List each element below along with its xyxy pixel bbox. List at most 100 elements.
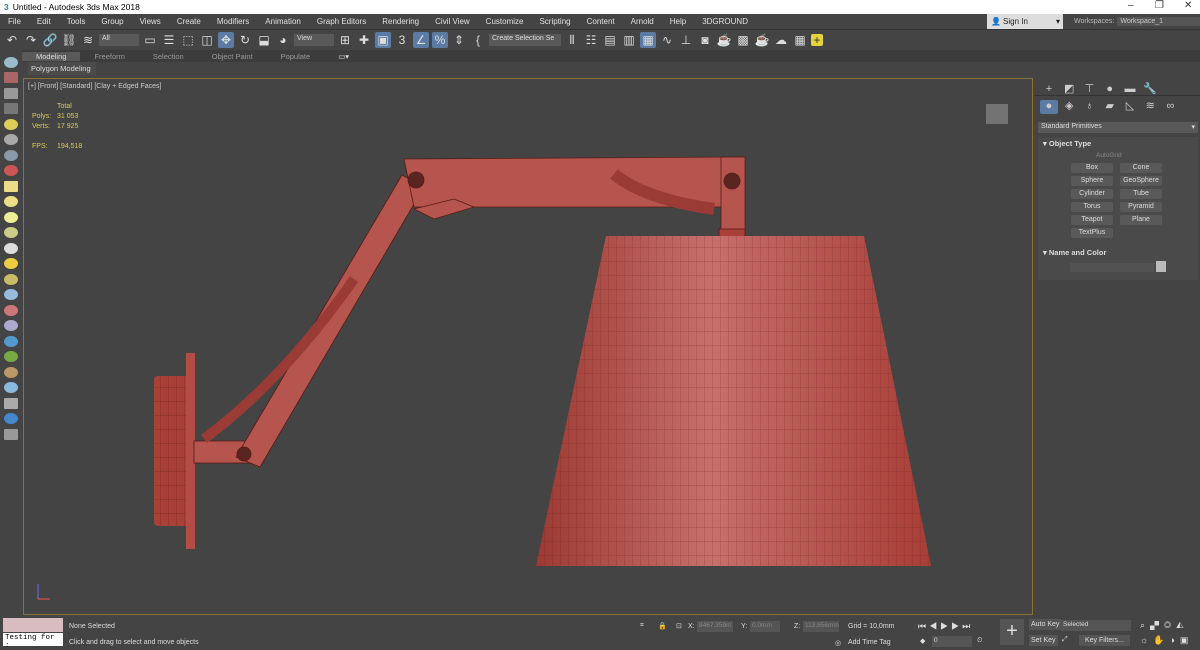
edit-named-selection-icon[interactable]: {	[470, 32, 486, 48]
key-mode-dropdown[interactable]: Selected	[1061, 620, 1131, 631]
layers-icon[interactable]	[4, 428, 18, 440]
workspaces-selector[interactable]: Workspaces: Workspace_1	[1068, 14, 1200, 29]
window-crossing-icon[interactable]: ◫	[199, 32, 215, 48]
key-filters-button[interactable]: Key Filters...	[1079, 635, 1130, 646]
tab-object-paint[interactable]: Object Paint	[198, 52, 267, 61]
redo-icon[interactable]: ↷	[23, 32, 39, 48]
polygon-modeling-panel[interactable]: Polygon Modeling	[28, 62, 96, 75]
sign-in-button[interactable]: 👤 Sign In ▾	[987, 14, 1063, 29]
select-object-icon[interactable]: ▭	[142, 32, 158, 48]
lights-icon[interactable]: ♁	[1080, 100, 1098, 114]
rendered-frame-window-icon[interactable]: ▩	[735, 32, 751, 48]
bind-space-warp-icon[interactable]: ≋	[80, 32, 96, 48]
globe-icon[interactable]	[4, 335, 18, 347]
menu-views[interactable]: Views	[132, 17, 169, 26]
cone-button[interactable]: Cone	[1120, 163, 1162, 173]
selection-filter-dropdown[interactable]: All	[99, 34, 139, 46]
viewport-icon[interactable]	[4, 72, 18, 83]
box-icon[interactable]	[4, 180, 18, 192]
torus-button[interactable]: Torus	[1071, 202, 1113, 212]
angle-snap-icon[interactable]: ∠	[413, 32, 429, 48]
maxscript-listener-output[interactable]	[3, 618, 63, 632]
paint-icon[interactable]	[4, 304, 18, 316]
render-setup-icon[interactable]: ☕	[716, 32, 732, 48]
auto-key-button[interactable]: Auto Key	[1029, 619, 1062, 630]
menu-3dground[interactable]: 3DGROUND	[694, 17, 756, 26]
curve-editor-icon[interactable]: ∿	[659, 32, 675, 48]
autogrid-checkbox[interactable]: AutoGrid	[1096, 152, 1122, 159]
menu-scripting[interactable]: Scripting	[531, 17, 578, 26]
select-manipulate-icon[interactable]: ✚	[356, 32, 372, 48]
plant-icon[interactable]	[4, 351, 18, 362]
percent-snap-icon[interactable]: %	[432, 32, 448, 48]
named-selection-dropdown[interactable]: Create Selection Se	[489, 34, 561, 46]
viewport-navigation-bottom[interactable]: ☼✋◑▣	[1140, 635, 1193, 646]
isolate-selection-icon[interactable]: ⌗	[640, 622, 644, 630]
name-and-color-header[interactable]: ▾ Name and Color	[1038, 246, 1198, 259]
menu-customize[interactable]: Customize	[478, 17, 532, 26]
create-tab-icon[interactable]: +	[1040, 83, 1058, 97]
absolute-mode-icon[interactable]: ⊡	[676, 622, 682, 630]
material-sphere-icon[interactable]	[4, 273, 18, 285]
cone-icon[interactable]	[4, 242, 18, 254]
menu-civil-view[interactable]: Civil View	[427, 17, 478, 26]
current-frame-field[interactable]: 0	[932, 636, 972, 647]
menu-file[interactable]: File	[0, 17, 29, 26]
torus-icon[interactable]	[4, 227, 18, 238]
menu-help[interactable]: Help	[662, 17, 694, 26]
hierarchy-tab-icon[interactable]: ⊤	[1080, 82, 1098, 96]
teapot-button[interactable]: Teapot	[1071, 215, 1113, 225]
restore-icon[interactable]: ❐	[1155, 0, 1164, 11]
z-coordinate-field[interactable]: 113,656mm	[803, 621, 839, 632]
render-cloud-icon[interactable]: ☁	[773, 32, 789, 48]
material-editor-icon[interactable]: ◙	[697, 32, 713, 48]
shapes-icon[interactable]: ◈	[1060, 99, 1078, 113]
tube-button[interactable]: Tube	[1120, 189, 1162, 199]
cameras-icon[interactable]: ▰	[1101, 99, 1119, 113]
menu-create[interactable]: Create	[169, 17, 209, 26]
systems-icon[interactable]: ∞	[1161, 100, 1179, 114]
menu-animation[interactable]: Animation	[257, 17, 309, 26]
tab-selection[interactable]: Selection	[139, 52, 198, 61]
plane-button[interactable]: Plane	[1120, 215, 1162, 225]
textplus-button[interactable]: TextPlus	[1071, 228, 1113, 238]
menu-content[interactable]: Content	[579, 17, 623, 26]
y-coordinate-field[interactable]: 0,0mm	[750, 621, 780, 632]
snaps-toggle-icon[interactable]: 3	[394, 32, 410, 48]
pyramid-button[interactable]: Pyramid	[1120, 202, 1162, 212]
environment-icon[interactable]	[4, 382, 18, 393]
texture-icon[interactable]	[4, 366, 18, 378]
teapot-icon[interactable]	[4, 56, 18, 68]
render-production-icon[interactable]: ☕	[754, 32, 770, 48]
cylinder-button[interactable]: Cylinder	[1071, 189, 1113, 199]
menu-rendering[interactable]: Rendering	[374, 17, 427, 26]
time-configuration-icon[interactable]: ⏲	[977, 637, 982, 645]
select-by-name-icon[interactable]: ☰	[161, 32, 177, 48]
close-icon[interactable]: ✕	[1184, 0, 1192, 11]
helpers-icon[interactable]: ◺	[1121, 99, 1139, 113]
category-dropdown[interactable]: Standard Primitives ▾	[1038, 122, 1198, 133]
undo-icon[interactable]: ↶	[4, 32, 20, 48]
hemisphere-icon[interactable]	[4, 196, 18, 207]
spacewarp-icon[interactable]	[4, 165, 18, 176]
key-tangents-icon[interactable]: ⤢	[1062, 636, 1068, 644]
layer-explorer-icon[interactable]: ▥	[621, 32, 637, 48]
motion-tab-icon[interactable]: ●	[1101, 83, 1119, 97]
list-icon[interactable]	[4, 87, 18, 99]
display-tab-icon[interactable]: ▬	[1121, 83, 1139, 97]
geometry-icon[interactable]: ●	[1040, 100, 1058, 114]
object-name-input[interactable]	[1070, 263, 1154, 272]
place-icon[interactable]: ◕	[275, 32, 291, 48]
lamp-model[interactable]	[24, 79, 1034, 616]
menu-modifiers[interactable]: Modifiers	[209, 17, 257, 26]
sun-icon[interactable]	[4, 258, 18, 269]
menu-arnold[interactable]: Arnold	[623, 17, 662, 26]
pivot-center-icon[interactable]: ⊞	[337, 32, 353, 48]
rectangular-selection-icon[interactable]: ⬚	[180, 32, 196, 48]
align-icon[interactable]: ☷	[583, 32, 599, 48]
set-key-button[interactable]: Set Key	[1029, 635, 1058, 646]
viewport-navigation-top[interactable]: ⌕▞◎◭	[1140, 620, 1189, 631]
sphere-button[interactable]: Sphere	[1071, 176, 1113, 186]
geosphere-button[interactable]: GeoSphere	[1120, 176, 1162, 186]
link-icon[interactable]: 🔗	[42, 32, 58, 48]
